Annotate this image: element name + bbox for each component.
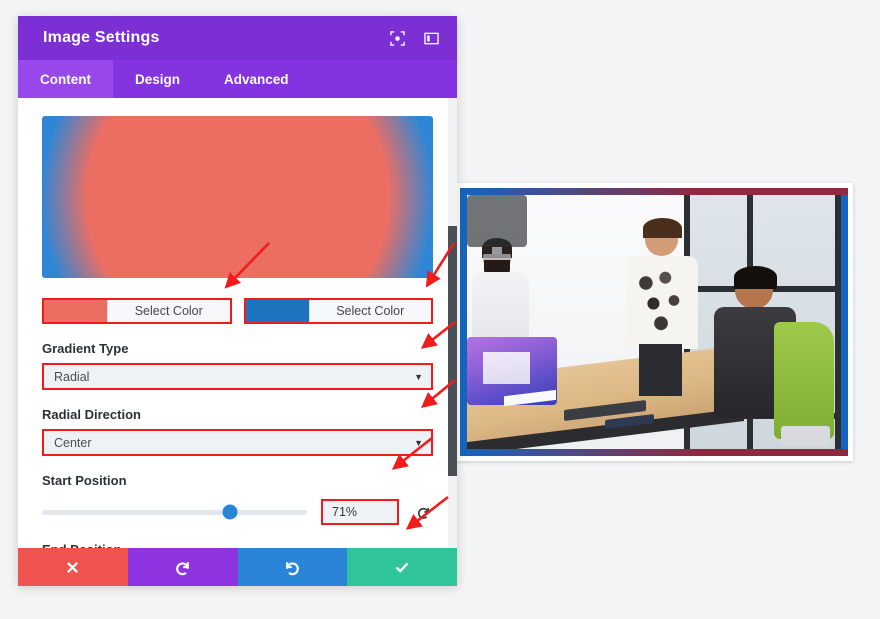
imac-foot [483, 254, 511, 260]
panel-body: Select Color Select Color Gradient Type … [18, 98, 457, 548]
photo-chair-base [781, 426, 830, 447]
imac-neck [492, 246, 502, 255]
end-position-label: End Position [42, 542, 433, 548]
image-preview-border [460, 188, 848, 456]
close-icon [67, 561, 79, 573]
tab-advanced[interactable]: Advanced [202, 60, 311, 98]
start-color-swatch[interactable] [44, 300, 107, 322]
photo-green-chair [773, 322, 834, 439]
image-settings-panel: Image Settings Content Design Advanced S… [18, 16, 457, 586]
redo-button[interactable] [237, 548, 348, 586]
gradient-preview[interactable] [42, 116, 433, 278]
end-color-swatch[interactable] [245, 300, 309, 322]
panel-action-bar [18, 548, 457, 586]
chevron-down-icon: ▼ [414, 371, 423, 382]
panel-scrollbar[interactable] [448, 98, 457, 548]
cancel-button[interactable] [18, 548, 128, 586]
check-icon [395, 562, 409, 573]
start-position-label: Start Position [42, 473, 127, 488]
save-button[interactable] [347, 548, 457, 586]
photo-imac-back [467, 195, 527, 261]
redo-icon [286, 561, 299, 575]
radial-direction-select[interactable]: Center ▼ [42, 429, 433, 456]
radial-direction-value: Center [54, 435, 92, 450]
page-title: Image Settings [43, 29, 160, 46]
color-fields-row: Select Color Select Color [42, 298, 433, 324]
gradient-type-label: Gradient Type [42, 341, 129, 356]
person-shirt-pattern [633, 264, 689, 341]
image-preview-card [455, 183, 853, 461]
chevron-down-icon: ▼ [414, 437, 423, 448]
gradient-type-select[interactable]: Radial ▼ [42, 363, 433, 390]
panel-layout-icon[interactable] [419, 26, 443, 50]
end-color-field[interactable]: Select Color [243, 298, 433, 324]
gradient-type-value: Radial [54, 369, 90, 384]
start-color-field[interactable]: Select Color [42, 298, 232, 324]
focus-target-icon[interactable] [385, 26, 409, 50]
tab-content[interactable]: Content [18, 60, 113, 98]
undo-button[interactable] [127, 548, 238, 586]
imac-screen [467, 195, 527, 247]
start-position-slider[interactable] [42, 504, 307, 520]
end-color-label[interactable]: Select Color [308, 300, 432, 322]
undo-icon [176, 561, 189, 575]
photo-person-center [624, 217, 706, 396]
tab-design[interactable]: Design [113, 60, 202, 98]
start-position-input[interactable]: 71% [321, 499, 399, 525]
window-mullion [835, 195, 841, 449]
person-hair [642, 217, 682, 239]
office-photo [467, 195, 841, 449]
start-position-reset-icon[interactable] [413, 502, 433, 522]
panel-tabs: Content Design Advanced [18, 60, 457, 98]
panel-header: Image Settings [18, 16, 457, 60]
panel-scrollbar-thumb[interactable] [448, 226, 457, 476]
person-hair [733, 266, 777, 289]
radial-direction-label: Radial Direction [42, 407, 141, 422]
start-position-row: 71% [42, 499, 433, 525]
start-color-label[interactable]: Select Color [107, 300, 230, 322]
start-position-thumb[interactable] [222, 504, 238, 520]
person-pants [638, 343, 682, 396]
